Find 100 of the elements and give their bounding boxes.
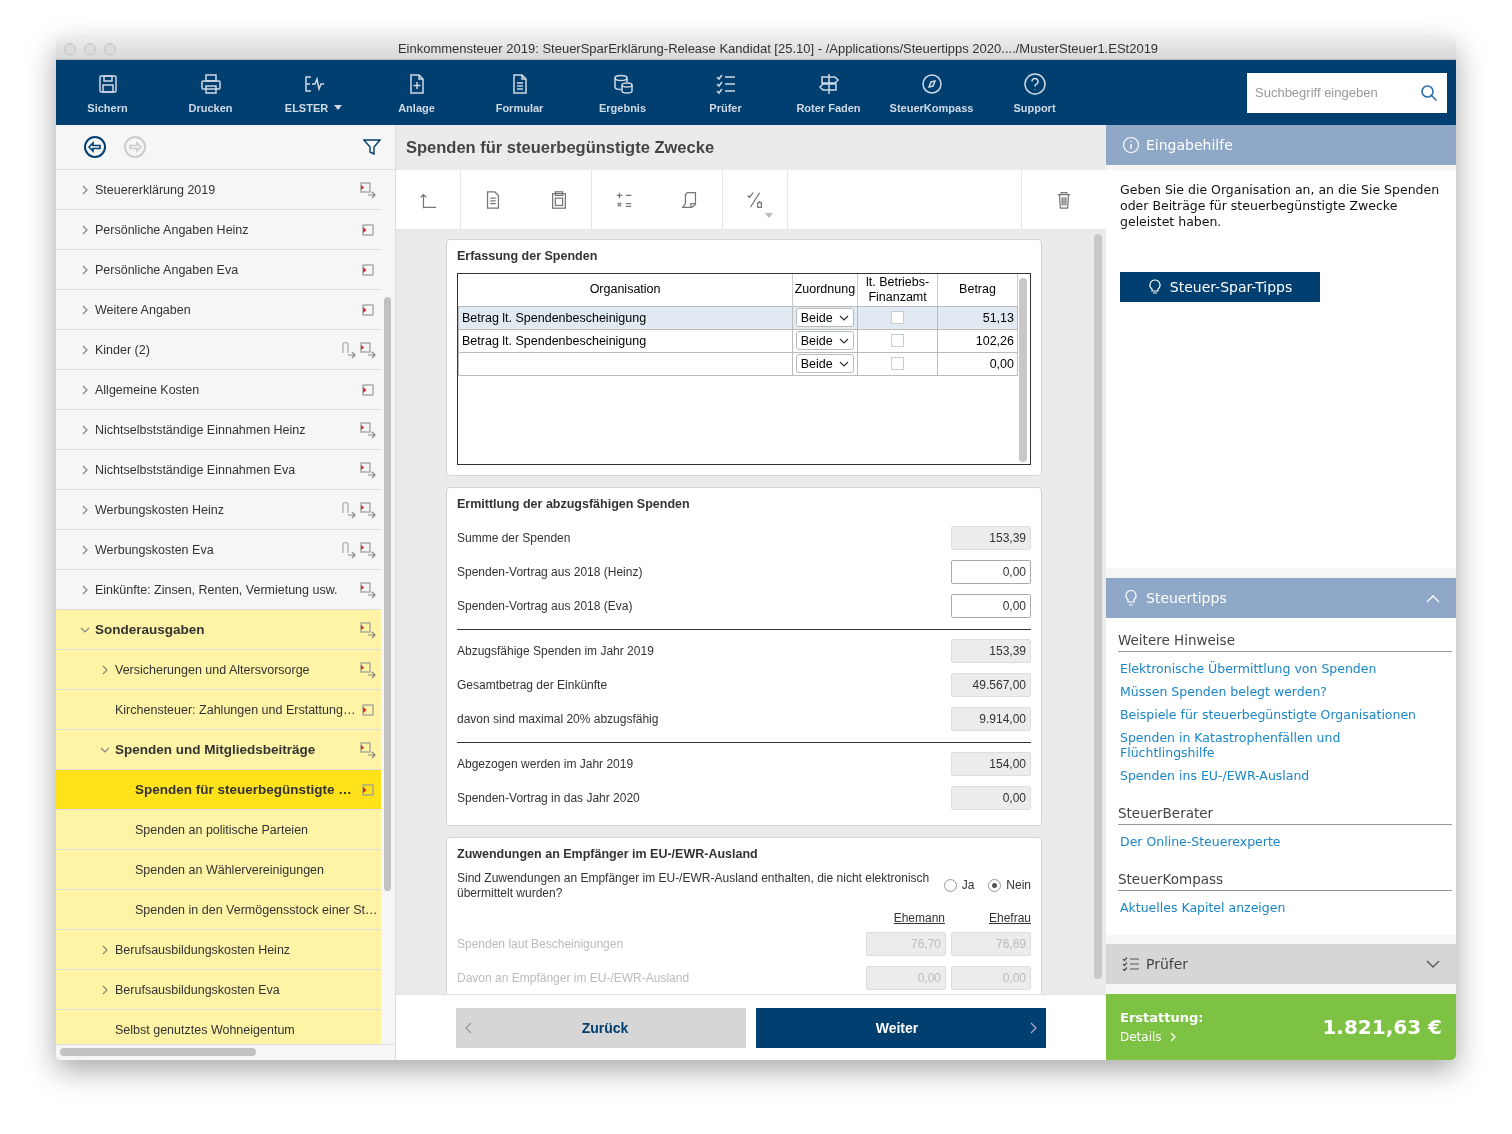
checkbox[interactable]: [891, 334, 905, 347]
column-header: lt. Betriebs-Finanzamt: [857, 274, 938, 306]
form-arrow-icon: [359, 460, 377, 479]
table-row[interactable]: Betrag lt. Spendenbescheinigung Beide 51,13: [458, 306, 1018, 329]
help-link[interactable]: Der Online-Steuerexperte: [1118, 830, 1452, 853]
chevron-right-icon: [80, 344, 90, 355]
radio-button[interactable]: Ja: [943, 878, 975, 892]
dropdown[interactable]: Beide: [795, 331, 855, 350]
table-row[interactable]: Betrag lt. Spendenbescheinigung Beide 102,26: [458, 329, 1018, 352]
tips-button[interactable]: Steuer-Spar-Tipps: [1120, 272, 1320, 302]
paperclip-arrow-icon: [339, 500, 357, 519]
page-title: Spenden für steuerbegünstigte Zwecke: [405, 137, 716, 158]
tree-item[interactable]: Spenden für steuerbegünstigte …: [56, 770, 381, 810]
tree-item[interactable]: Berufsausbildungskosten Eva: [56, 970, 381, 1010]
help-link[interactable]: Elektronische Übermittlung von Spenden: [1118, 657, 1452, 680]
next-button[interactable]: Weiter: [756, 1007, 1046, 1048]
chevron-down-icon: [839, 360, 850, 367]
dropdown[interactable]: Beide: [795, 354, 855, 373]
filter-icon[interactable]: [363, 138, 381, 156]
compass-icon: [919, 71, 944, 96]
chevron-right-icon: [80, 504, 90, 515]
table-row[interactable]: Beide 0,00: [458, 352, 1018, 375]
refund-label: Erstattung:: [1120, 1010, 1204, 1025]
checklist-icon: [1122, 955, 1140, 973]
question-text: Sind Zuwendungen an Empfänger im EU-/EWR-Ausland enthalten, die nicht elektronisch übermittelt wurden?: [457, 871, 930, 901]
chevron-right-icon: [100, 664, 110, 675]
toolbar-button[interactable]: Formular: [468, 60, 571, 125]
input-field[interactable]: 0,00: [951, 594, 1031, 618]
table-cell[interactable]: 0,00: [937, 352, 1018, 375]
chevron-down-icon: [839, 337, 850, 344]
toolbar-button[interactable]: ELSTER: [262, 60, 365, 125]
scrollbar[interactable]: [384, 297, 391, 891]
toolbar-button[interactable]: Anlage: [365, 60, 468, 125]
lightbulb-icon: [1147, 279, 1162, 295]
table-cell[interactable]: 102,26: [937, 329, 1018, 352]
input-field[interactable]: 0,00: [951, 560, 1031, 584]
field-label: Spenden-Vortrag aus 2018 (Eva): [457, 599, 633, 613]
table-cell[interactable]: Betrag lt. Spendenbescheinigung: [458, 306, 793, 329]
lightbulb-icon: [1122, 589, 1140, 607]
scrollbar[interactable]: [1019, 278, 1027, 462]
window-title: Einkommensteuer 2019: SteuerSparErklärung-Release Kandidat [25.10] - /Applications/Steuertipps 2020..../MusterSteuer1.ESt2019: [396, 41, 1160, 56]
help-icon: [1022, 71, 1047, 96]
section-heading: Weitere Hinweise: [1118, 632, 1452, 652]
field-label: Abgezogen werden im Jahr 2019: [457, 757, 634, 771]
scrollbar[interactable]: [1094, 234, 1102, 979]
tree-item[interactable]: Versicherungen und Altersvorsorge: [56, 650, 381, 690]
window-control-button[interactable]: [64, 43, 76, 55]
caret-icon: [334, 105, 343, 110]
table-cell[interactable]: [458, 352, 793, 375]
readonly-field: 153,39: [951, 639, 1031, 663]
help-text: Geben Sie die Organisation an, an die Sie Spenden oder Beiträge für steuerbegünstigte Zwecke geleistet haben.: [1120, 182, 1441, 230]
refund-amount: 1.821,63 €: [1322, 1015, 1442, 1039]
tree-item[interactable]: Spenden und Mitgliedsbeiträge: [56, 730, 381, 770]
help-link[interactable]: Spenden ins EU-/EWR-Ausland: [1118, 764, 1452, 787]
chevron-right-icon: [80, 184, 90, 195]
radio-button[interactable]: Nein: [988, 878, 1031, 892]
tree-item[interactable]: Sonderausgaben: [56, 610, 381, 650]
field-label: Gesamtbetrag der Einkünfte: [457, 678, 608, 692]
search-button[interactable]: [1411, 72, 1447, 113]
toolbar-button[interactable]: Prüfer: [674, 60, 777, 125]
tree-item[interactable]: Berufsausbildungskosten Heinz: [56, 930, 381, 970]
toolbar-button[interactable]: Roter Faden: [777, 60, 880, 125]
clipboard-icon: [549, 189, 569, 210]
search-field[interactable]: Suchbegriff eingeben: [1247, 72, 1411, 113]
table-cell[interactable]: Betrag lt. Spendenbescheinigung: [458, 329, 793, 352]
help-link[interactable]: Müssen Spenden belegt werden?: [1118, 680, 1452, 703]
toolbar-button[interactable]: SteuerKompass: [880, 60, 983, 125]
tree-item[interactable]: Spenden in den Vermögensstock einer St…: [56, 890, 381, 930]
window-control-button[interactable]: [104, 43, 116, 55]
field-label: Spenden-Vortrag in das Jahr 2020: [457, 791, 640, 805]
dropdown[interactable]: Beide: [795, 308, 855, 327]
tree-item[interactable]: Kirchensteuer: Zahlungen und Erstattung…: [56, 690, 381, 730]
back-button[interactable]: Zurück: [456, 1007, 746, 1048]
chevron-right-icon: [80, 584, 90, 595]
form-arrow-icon: [359, 180, 377, 199]
tree-item[interactable]: Selbst genutztes Wohneigentum: [56, 1010, 381, 1044]
panel-title: Steuertipps: [1146, 590, 1227, 606]
window-control-button[interactable]: [84, 43, 96, 55]
tree-item[interactable]: Spenden an politische Parteien: [56, 810, 381, 850]
toolbar-button[interactable]: Sichern: [56, 60, 159, 125]
readonly-field: 154,00: [951, 752, 1031, 776]
scrollbar[interactable]: [60, 1048, 256, 1056]
help-link[interactable]: Spenden in Katastrophenfällen und Flüchtlingshilfe: [1118, 726, 1378, 764]
checkbox[interactable]: [891, 357, 905, 370]
help-link[interactable]: Aktuelles Kapitel anzeigen: [1118, 896, 1452, 919]
checkbox[interactable]: [891, 311, 905, 324]
toolbar-button[interactable]: Support: [983, 60, 1086, 125]
tree-item[interactable]: Spenden an Wählervereinigungen: [56, 850, 381, 890]
chevron-right-icon: [1169, 1032, 1176, 1042]
help-link[interactable]: Beispiele für steuerbegünstigte Organisationen: [1118, 703, 1452, 726]
panel-header[interactable]: Prüfer: [1106, 944, 1456, 984]
chevron-right-icon: [100, 944, 110, 955]
signpost-icon: [816, 71, 841, 96]
form-arrow-icon: [359, 580, 377, 599]
chevron-right-icon: [80, 544, 90, 555]
toolbar-button[interactable]: Ergebnis: [571, 60, 674, 125]
caret-icon: [765, 212, 773, 218]
toolbar-button[interactable]: Drucken: [159, 60, 262, 125]
form-arrow-icon: [359, 660, 377, 679]
field-label: Spenden-Vortrag aus 2018 (Heinz): [457, 565, 643, 579]
